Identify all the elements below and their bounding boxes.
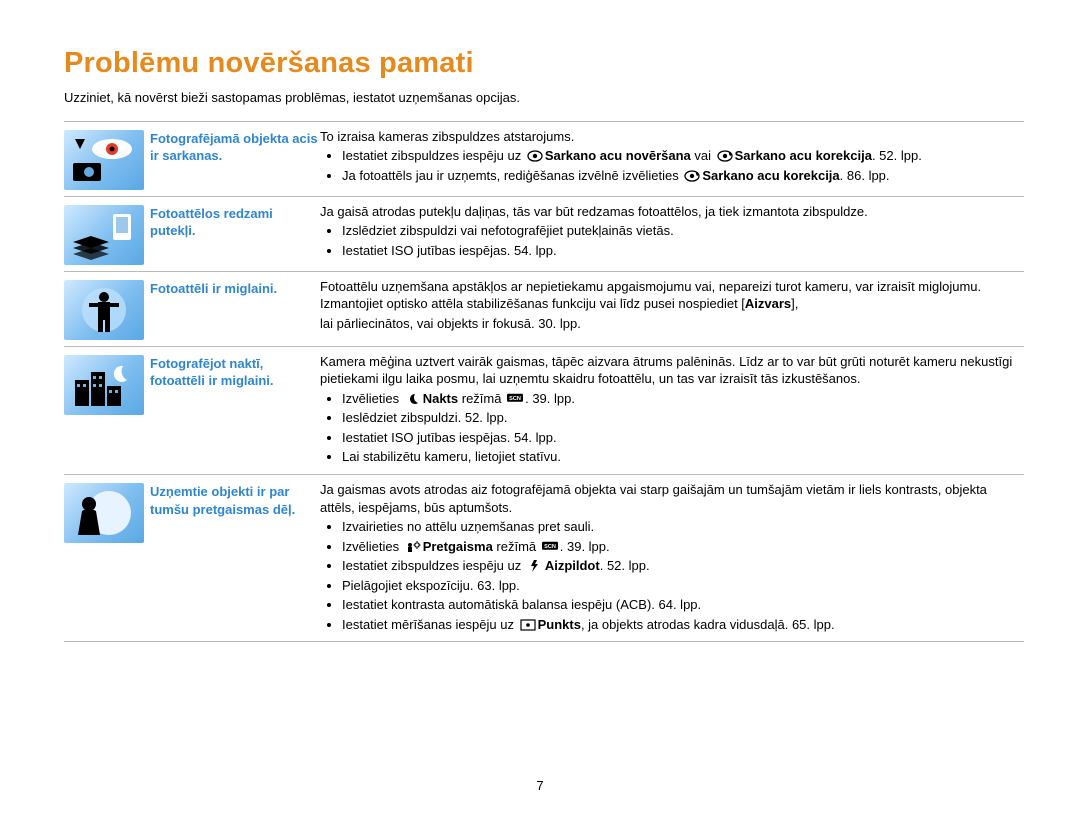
list-item: Izslēdziet zibspuldzi vai nefotografējie… bbox=[342, 222, 1024, 240]
list-item: Iestatiet mērīšanas iespēju uz Punkts, j… bbox=[342, 616, 1024, 634]
list-item: Ieslēdziet zibspuldzi. 52. lpp. bbox=[342, 409, 1024, 427]
trouble-label: Fotografējamā objekta acis ir sarkanas. bbox=[150, 128, 320, 190]
thumb-dust-icon bbox=[64, 205, 144, 265]
thumb-red-eye-icon bbox=[64, 130, 144, 190]
trouble-row: Uzņemtie objekti ir par tumšu pretgaisma… bbox=[64, 474, 1024, 642]
eye-fix-icon bbox=[684, 170, 700, 182]
trouble-row: Fotoattēli ir miglaini. Fotoattēlu uzņem… bbox=[64, 271, 1024, 346]
moon-icon bbox=[405, 393, 421, 405]
thumb-blur-icon bbox=[64, 280, 144, 340]
list-item: Ja fotoattēls jau ir uzņemts, rediģēšana… bbox=[342, 167, 1024, 185]
eye-icon bbox=[527, 150, 543, 162]
list-item: Iestatiet zibspuldzes iespēju uz Aizpild… bbox=[342, 557, 1024, 575]
svg-text:SCN: SCN bbox=[544, 544, 556, 550]
flash-icon bbox=[527, 560, 543, 572]
eye-fix-icon bbox=[717, 150, 733, 162]
list-item: Izvairieties no attēlu uzņemšanas pret s… bbox=[342, 518, 1024, 536]
thumb-cell bbox=[64, 128, 150, 190]
list-item: Lai stabilizētu kameru, lietojiet statīv… bbox=[342, 448, 1024, 466]
list-item: Iestatiet ISO jutības iespējas. 54. lpp. bbox=[342, 429, 1024, 447]
spot-icon bbox=[520, 619, 536, 631]
list-item: Izvēlieties Nakts režīmā SCN. 39. lpp. bbox=[342, 390, 1024, 408]
trouble-row: Fotografējot naktī, fotoattēli ir miglai… bbox=[64, 346, 1024, 474]
sun-person-icon bbox=[405, 541, 421, 553]
list-item: Pielāgojiet ekspozīciju. 63. lpp. bbox=[342, 577, 1024, 595]
page-title: Problēmu novēršanas pamati bbox=[64, 44, 1024, 83]
thumb-backlight-icon bbox=[64, 483, 144, 543]
trouble-label: Fotoattēlos redzami putekļi. bbox=[150, 203, 320, 265]
scn-icon: SCN bbox=[542, 541, 558, 553]
page-subtitle: Uzziniet, kā novērst bieži sastopamas pr… bbox=[64, 89, 1024, 107]
list-item: Iestatiet ISO jutības iespējas. 54. lpp. bbox=[342, 242, 1024, 260]
trouble-label: Fotoattēli ir miglaini. bbox=[150, 278, 320, 340]
list-item: Iestatiet zibspuldzes iespēju uz Sarkano… bbox=[342, 147, 1024, 165]
list-item: Izvēlieties Pretgaisma režīmā SCN. 39. l… bbox=[342, 538, 1024, 556]
scn-icon: SCN bbox=[507, 393, 523, 405]
page-number: 7 bbox=[0, 777, 1080, 795]
trouble-label: Uzņemtie objekti ir par tumšu pretgaisma… bbox=[150, 481, 320, 635]
trouble-body: To izraisa kameras zibspuldzes atstaroju… bbox=[320, 128, 1024, 190]
svg-text:SCN: SCN bbox=[509, 396, 521, 402]
thumb-night-icon bbox=[64, 355, 144, 415]
trouble-label: Fotografējot naktī, fotoattēli ir miglai… bbox=[150, 353, 320, 468]
trouble-row: Fotografējamā objekta acis ir sarkanas. … bbox=[64, 121, 1024, 196]
list-item: Iestatiet kontrasta automātiskā balansa … bbox=[342, 596, 1024, 614]
trouble-row: Fotoattēlos redzami putekļi. Ja gaisā at… bbox=[64, 196, 1024, 271]
